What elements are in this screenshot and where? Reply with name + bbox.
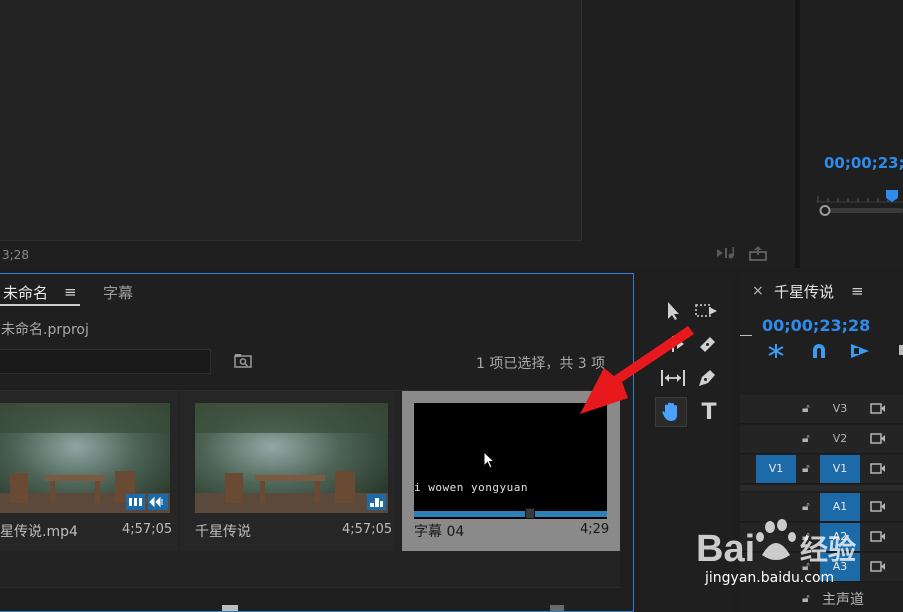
linked-selection-icon[interactable] [850,343,870,363]
source-video-area[interactable] [0,0,582,241]
clip-thumbnail[interactable] [195,403,388,513]
track-v2[interactable]: 🔓︎ V2 [740,425,903,454]
toggle-output-icon[interactable] [870,462,886,475]
panel-menu-icon[interactable]: ≡ [64,283,77,301]
video-audio-badge-icon [126,494,168,510]
clip-name: 星传说.mp4 [0,524,78,540]
clip-item[interactable]: 千星传说 4;57;05 [181,391,394,551]
program-monitor: 00;00;23; [800,0,903,268]
bin-icon-view: 星传说.mp4 4;57;05 千星传说 4;57;05 i wowen yon… [0,390,620,588]
search-input[interactable] [0,349,211,374]
caption-preview-text: i wowen yongyuan [414,481,528,494]
source-patch-v1[interactable]: V1 [756,455,796,483]
svg-text:Bai: Bai [696,528,755,570]
lock-icon[interactable]: 🔓︎ [802,591,810,606]
lock-icon[interactable]: 🔓︎ [802,461,810,476]
lock-icon[interactable]: 🔓︎ [802,499,810,514]
insert-icon[interactable] [716,246,736,264]
panel-menu-icon[interactable]: ≡ [851,282,864,300]
lock-icon[interactable]: 🔓︎ [802,431,810,446]
mouse-cursor-icon [483,451,496,469]
track-name[interactable]: V2 [820,425,860,453]
source-timecode[interactable]: 3;28 [2,248,29,262]
project-panel: 未命名 ≡ 字幕 未命名.prproj 1 项已选择，共 3 项 星传说.mp4… [0,273,634,612]
annotation-arrow [580,326,694,414]
clip-duration: 4;29 [580,522,610,537]
master-track-label: 主声道 [822,592,864,608]
scrub-handle[interactable] [525,508,535,519]
nest-toggle-icon[interactable] [766,343,786,363]
snap-icon[interactable] [811,343,827,363]
list-view-icon[interactable] [222,605,238,611]
track-v1[interactable]: V1 🔓︎ V1 [740,455,903,484]
source-monitor: 3;28 [0,0,795,268]
toggle-output-icon[interactable] [870,432,886,445]
toggle-output-icon[interactable] [870,402,886,415]
caption-thumbnail[interactable]: i wowen yongyuan [414,403,607,519]
close-icon[interactable]: × [752,283,764,299]
clip-duration: 4;57;05 [342,522,393,537]
toggle-output-icon[interactable] [870,500,886,513]
timeline-timecode[interactable]: 00;00;23;28 [762,316,870,335]
svg-text:经验: 经验 [800,533,856,566]
track-v3[interactable]: 🔓︎ V3 [740,395,903,424]
track-divider[interactable] [740,485,903,491]
program-timecode[interactable]: 00;00;23; [824,154,903,172]
usage-bar [414,511,607,517]
baidu-paw-logo: Bai 经验 [696,519,856,570]
track-name[interactable]: V3 [820,395,860,423]
clip-item[interactable]: 星传说.mp4 4;57;05 [0,391,178,551]
tab-captions[interactable]: 字幕 [103,282,133,303]
project-file-name: 未命名.prproj [1,322,89,338]
track-name[interactable]: V1 [820,455,860,483]
sequence-tab[interactable]: 千星传说 [774,281,834,302]
tab-project[interactable]: 未命名 [3,282,48,303]
lock-icon[interactable]: 🔓︎ [802,401,810,416]
footer-icon[interactable] [550,605,564,611]
baidu-watermark: Bai 经验 [696,513,896,577]
program-time-ruler[interactable] [816,190,903,216]
watermark-url: jingyan.baidu.com [705,570,835,586]
ruler-edge [740,335,752,336]
add-marker-icon[interactable] [899,345,903,355]
clip-name: 千星传说 [195,524,251,540]
clip-thumbnail[interactable] [0,403,170,513]
clip-duration: 4;57;05 [122,522,173,537]
sequence-badge-icon [367,494,386,510]
find-icon[interactable] [234,353,252,368]
active-tab-indicator [0,304,80,306]
clip-name: 字幕 04 [414,524,465,540]
export-frame-icon[interactable] [748,245,768,265]
